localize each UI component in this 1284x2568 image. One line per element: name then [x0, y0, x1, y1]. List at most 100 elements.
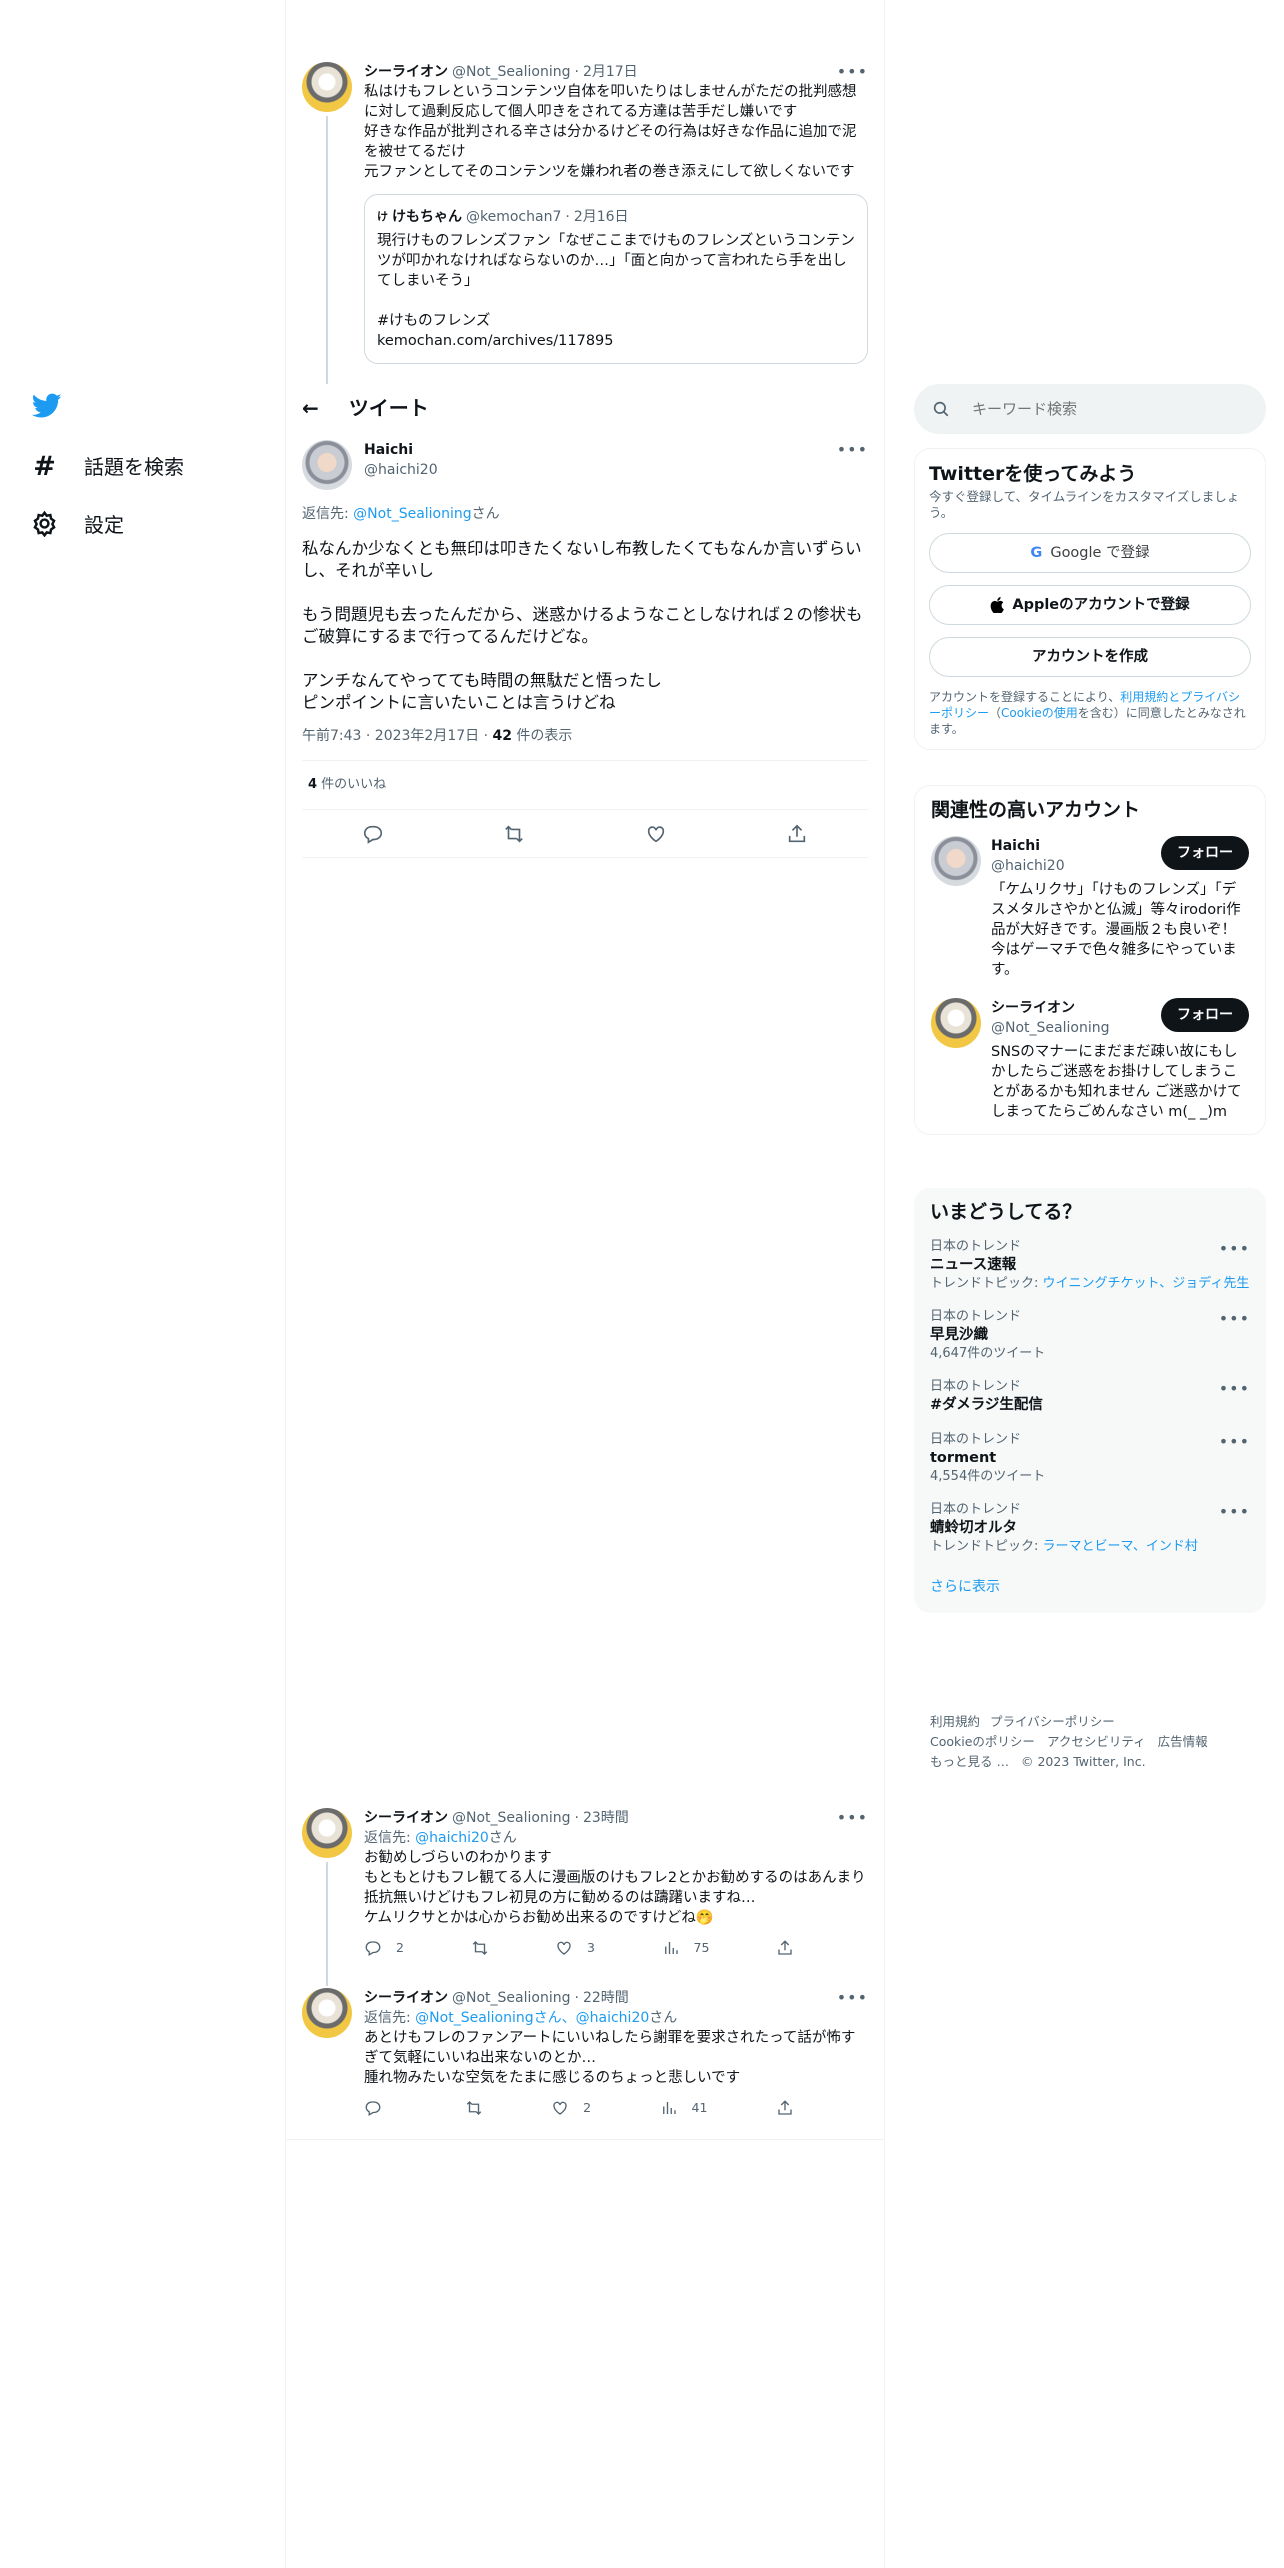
like-count: 3	[587, 1940, 595, 1955]
trend-item[interactable]: 日本のトレンド ニュース速報 トレンドトピック: ウイニングチケット、ジョディ先…	[914, 1230, 1266, 1300]
likes-label: 件のいいね	[317, 777, 387, 792]
create-account-button[interactable]: アカウントを作成	[929, 637, 1251, 677]
author-handle[interactable]: @Not_Sealioning	[452, 1808, 570, 1828]
parent-tweet[interactable]: シーライオン @Not_Sealioning · 2月17日 ••• 私はけもフ…	[286, 62, 884, 446]
retweet-button[interactable]	[471, 1938, 489, 1958]
reply-tweet[interactable]: シーライオン @Not_Sealioning · 23時間 ••• 返信先: @…	[286, 1808, 884, 1988]
nav-explore[interactable]: # 話題を検索	[0, 438, 184, 496]
tweet-timestamp[interactable]: 午前7:43 · 2023年2月17日 ·	[302, 728, 493, 744]
more-icon[interactable]: •••	[1219, 1310, 1250, 1327]
account-card[interactable]: Haichi @haichi20 フォロー 「ケムリクサ」「けものフレンズ」「デス…	[931, 836, 1249, 980]
account-handle[interactable]: @Not_Sealioning	[991, 1018, 1161, 1038]
trend-meta: 4,554件のツイート	[930, 1469, 1046, 1484]
avatar[interactable]	[931, 998, 981, 1048]
avatar[interactable]	[302, 62, 352, 112]
more-icon[interactable]: •••	[1219, 1503, 1250, 1520]
footer-accessibility-link[interactable]: アクセシビリティ	[1047, 1734, 1146, 1749]
account-name[interactable]: Haichi	[991, 836, 1161, 856]
share-icon[interactable]	[786, 823, 808, 845]
share-button[interactable]	[776, 2098, 794, 2118]
reply-to-link[interactable]: @Not_Sealioningさん、@haichi20	[415, 2010, 649, 2026]
related-title: 関連性の高いアカウント	[931, 799, 1141, 821]
terms-prefix: アカウントを登録することにより、	[929, 690, 1121, 704]
show-more-link[interactable]: さらに表示	[930, 1579, 1000, 1595]
footer-cookie-link[interactable]: Cookieのポリシー	[930, 1734, 1035, 1749]
retweet-button[interactable]	[465, 2098, 483, 2118]
tweet-time[interactable]: 22時間	[583, 1988, 629, 2008]
avatar[interactable]	[302, 1808, 352, 1858]
reply-button[interactable]	[364, 2098, 396, 2118]
more-icon[interactable]: •••	[837, 62, 868, 82]
reply-tweet[interactable]: シーライオン @Not_Sealioning · 22時間 ••• 返信先: @…	[286, 1988, 884, 2140]
trend-topic-link[interactable]: ラーマとビーマ、インド村	[1043, 1539, 1198, 1554]
search-icon	[933, 401, 949, 417]
search-box[interactable]	[914, 384, 1266, 434]
tweet-time[interactable]: 23時間	[583, 1808, 629, 1828]
signup-title: Twitterを使ってみよう	[929, 463, 1137, 485]
author-handle[interactable]: @Not_Sealioning	[452, 1988, 570, 2008]
trend-item[interactable]: 日本のトレンド torment 4,554件のツイート •••	[914, 1423, 1266, 1493]
footer-ads-link[interactable]: 広告情報	[1158, 1734, 1208, 1749]
footer-privacy-link[interactable]: プライバシーポリシー	[990, 1714, 1115, 1729]
trend-item[interactable]: 日本のトレンド #ダメラジ生配信 •••	[914, 1370, 1266, 1423]
twitter-logo-icon[interactable]	[31, 393, 62, 424]
author-handle[interactable]: @Not_Sealioning	[452, 62, 570, 82]
trend-meta-prefix: トレンドトピック:	[930, 1276, 1043, 1291]
avatar[interactable]	[302, 440, 352, 490]
trend-item[interactable]: 日本のトレンド 早見沙織 4,647件のツイート •••	[914, 1300, 1266, 1370]
footer-terms-link[interactable]: 利用規約	[930, 1714, 980, 1729]
more-icon[interactable]: •••	[1219, 1433, 1250, 1450]
views-label: 件の表示	[511, 728, 573, 744]
author-handle[interactable]: @haichi20	[364, 460, 438, 480]
like-button[interactable]: 3	[555, 1938, 595, 1958]
author-name[interactable]: Haichi	[364, 440, 438, 460]
follow-button[interactable]: フォロー	[1161, 836, 1249, 870]
trends-title: いまどうしてる？	[930, 1201, 1082, 1223]
views-button[interactable]: 75	[662, 1938, 709, 1958]
share-button[interactable]	[776, 1938, 794, 1958]
quote-tweet[interactable]: け けもちゃん @kemochan7 · 2月16日 現行けものフレンズファン「…	[364, 194, 868, 364]
avatar[interactable]	[931, 836, 981, 886]
more-icon[interactable]: •••	[1219, 1240, 1250, 1257]
like-icon[interactable]	[645, 823, 667, 845]
reply-to-link[interactable]: @Not_Sealioning	[353, 506, 471, 522]
author-name[interactable]: シーライオン	[364, 62, 448, 82]
more-icon[interactable]: •••	[837, 1808, 868, 1828]
trend-item[interactable]: 日本のトレンド 蜻蛉切オルタ トレンドトピック: ラーマとビーマ、インド村 ••…	[914, 1493, 1266, 1563]
back-arrow-icon[interactable]: ←	[302, 398, 319, 418]
apple-signup-button[interactable]: Appleのアカウントで登録	[929, 585, 1251, 625]
author-name[interactable]: シーライオン	[364, 1988, 448, 2008]
create-account-label: アカウントを作成	[1032, 649, 1148, 665]
follow-button[interactable]: フォロー	[1161, 998, 1249, 1032]
trend-topic-link[interactable]: ウイニングチケット、ジョディ先生	[1043, 1276, 1250, 1291]
more-icon[interactable]: •••	[1219, 1380, 1250, 1397]
footer: 利用規約 プライバシーポリシー Cookieのポリシー アクセシビリティ 広告情報 も…	[930, 1712, 1260, 1772]
cookie-link[interactable]: Cookieの使用	[1001, 706, 1078, 720]
search-input[interactable]	[972, 400, 1222, 418]
reply-icon[interactable]	[362, 823, 384, 845]
footer-more-link[interactable]: もっと見る …	[930, 1754, 1009, 1769]
nav-settings-label: 設定	[84, 513, 124, 537]
retweet-icon	[466, 2101, 481, 2115]
quote-author-name: けもちゃん	[392, 209, 462, 225]
tweet-time[interactable]: 2月17日	[583, 62, 638, 82]
reply-to-label: 返信先:	[364, 2010, 416, 2026]
retweet-icon[interactable]	[503, 823, 525, 845]
account-name[interactable]: シーライオン	[991, 998, 1161, 1018]
trend-name: torment	[930, 1450, 997, 1466]
more-icon[interactable]: •••	[837, 440, 868, 480]
google-signup-button[interactable]: G Google で登録	[929, 533, 1251, 573]
like-button[interactable]: 2	[551, 2098, 591, 2118]
reply-to-link[interactable]: @haichi20	[415, 1830, 489, 1846]
reply-button[interactable]: 2	[364, 1938, 404, 1958]
author-name[interactable]: シーライオン	[364, 1808, 448, 1828]
nav-settings[interactable]: 設定	[0, 496, 124, 554]
more-icon[interactable]: •••	[837, 1988, 868, 2008]
views-button[interactable]: 41	[660, 2098, 707, 2118]
account-card[interactable]: シーライオン @Not_Sealioning フォロー SNSのマナーにまだまだ疎…	[931, 998, 1249, 1122]
account-handle[interactable]: @haichi20	[991, 856, 1161, 876]
likes-stat[interactable]: 4 件のいいね	[302, 761, 868, 810]
trend-category: 日本のトレンド	[930, 1309, 1022, 1324]
avatar[interactable]	[302, 1988, 352, 2038]
reply-to-suffix: さん	[488, 1830, 517, 1846]
